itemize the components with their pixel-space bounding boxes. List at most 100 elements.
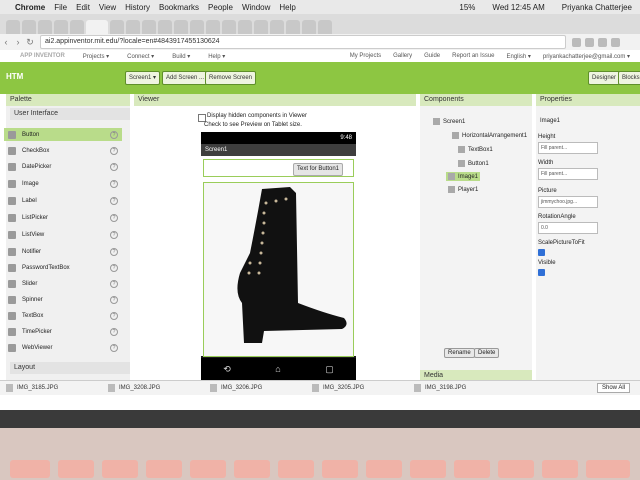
tab[interactable] <box>286 20 300 34</box>
url-field[interactable]: ai2.appinventor.mit.edu/?locale=en#48439… <box>40 35 566 49</box>
menu-help[interactable]: Help <box>279 3 295 12</box>
tab[interactable] <box>54 20 68 34</box>
menu-window[interactable]: Window <box>242 3 270 12</box>
gallery-link[interactable]: Gallery <box>393 53 412 60</box>
tab[interactable] <box>302 20 316 34</box>
palette-item-notifier[interactable]: Notifier? <box>4 245 122 258</box>
extension-icon[interactable] <box>585 37 594 47</box>
component-image1[interactable]: Image1 <box>446 172 481 181</box>
palette-item-label-comp[interactable]: Label? <box>4 194 122 207</box>
help-icon[interactable]: ? <box>110 230 118 239</box>
palette-item-listview[interactable]: ListView? <box>4 228 122 241</box>
help-icon[interactable]: ? <box>110 130 118 139</box>
tab[interactable] <box>142 20 156 34</box>
menu-people[interactable]: People <box>208 3 233 12</box>
tab[interactable] <box>270 20 284 34</box>
menu-view[interactable]: View <box>99 3 116 12</box>
screen-select[interactable]: Screen1 ▾ <box>125 71 161 85</box>
tab[interactable] <box>38 20 52 34</box>
component-player1[interactable]: Player1 <box>448 186 478 193</box>
extension-icon[interactable] <box>572 37 581 47</box>
guide-link[interactable]: Guide <box>424 53 440 60</box>
rotation-field[interactable]: 0.0 <box>538 222 598 234</box>
reload-icon[interactable]: ↻ <box>24 37 36 48</box>
tab[interactable] <box>6 20 20 34</box>
help-icon[interactable]: ? <box>110 179 118 188</box>
tab[interactable] <box>318 20 332 34</box>
delete-button[interactable]: Delete <box>474 348 500 358</box>
palette-item-spinner[interactable]: Spinner? <box>4 293 122 306</box>
tab[interactable] <box>126 20 140 34</box>
account-menu[interactable]: priyankachatterjee@gmail.com ▾ <box>543 53 630 60</box>
hidden-components-checkbox[interactable] <box>198 114 206 122</box>
download-item[interactable]: IMG_3185.JPG <box>6 384 102 392</box>
palette-item-image[interactable]: Image? <box>4 177 122 190</box>
scale-checkbox[interactable] <box>538 249 545 256</box>
download-item[interactable]: IMG_3205.JPG <box>312 384 408 392</box>
menu-projects[interactable]: Projects ▾ <box>83 53 109 60</box>
palette-item-webviewer[interactable]: WebViewer? <box>4 341 122 354</box>
palette-item-slider[interactable]: Slider? <box>4 277 122 290</box>
app-name[interactable]: Chrome <box>15 3 45 12</box>
menu-bookmarks[interactable]: Bookmarks <box>159 3 199 12</box>
download-item[interactable]: IMG_3208.JPG <box>108 384 204 392</box>
help-icon[interactable]: ? <box>110 247 118 256</box>
phone-button1[interactable]: Text for Button1 <box>293 163 344 176</box>
width-field[interactable]: Fill parent... <box>538 168 598 180</box>
tab[interactable] <box>158 20 172 34</box>
help-icon[interactable]: ? <box>110 311 118 320</box>
show-all-button[interactable]: Show All <box>596 383 630 393</box>
menu-build[interactable]: Build ▾ <box>172 53 190 60</box>
palette-section-layout[interactable]: Layout <box>10 362 130 374</box>
menu-file[interactable]: File <box>54 3 67 12</box>
tab-active[interactable] <box>86 20 108 34</box>
help-icon[interactable]: ? <box>110 327 118 336</box>
tab[interactable] <box>174 20 188 34</box>
remove-screen-button[interactable]: Remove Screen <box>205 71 257 85</box>
designer-button[interactable]: Designer <box>588 71 621 85</box>
download-item[interactable]: IMG_3206.JPG <box>210 384 306 392</box>
extension-icon[interactable] <box>598 37 607 47</box>
menu-help-ai[interactable]: Help ▾ <box>208 53 225 60</box>
help-icon[interactable]: ? <box>110 213 118 222</box>
help-icon[interactable]: ? <box>110 263 118 272</box>
help-icon[interactable]: ? <box>110 295 118 304</box>
menu-icon[interactable] <box>611 37 620 47</box>
language-select[interactable]: English ▾ <box>507 53 531 60</box>
tab[interactable] <box>206 20 220 34</box>
palette-item-textbox[interactable]: TextBox? <box>4 309 122 322</box>
help-icon[interactable]: ? <box>110 162 118 171</box>
menu-edit[interactable]: Edit <box>76 3 90 12</box>
my-projects-link[interactable]: My Projects <box>350 53 381 60</box>
tab[interactable] <box>70 20 84 34</box>
menu-connect[interactable]: Connect ▾ <box>127 53 154 60</box>
help-icon[interactable]: ? <box>110 279 118 288</box>
download-item[interactable]: IMG_3198.JPG <box>414 384 510 392</box>
palette-item-listpicker[interactable]: ListPicker? <box>4 211 122 224</box>
blocks-button[interactable]: Blocks <box>618 71 640 85</box>
tab[interactable] <box>222 20 236 34</box>
palette-item-timepicker[interactable]: TimePicker? <box>4 325 122 338</box>
palette-item-passwordtextbox[interactable]: PasswordTextBox? <box>4 261 122 274</box>
component-screen1[interactable]: Screen1 <box>433 118 465 125</box>
palette-item-datepicker[interactable]: DatePicker? <box>4 160 122 173</box>
tab[interactable] <box>238 20 252 34</box>
help-icon[interactable]: ? <box>110 196 118 205</box>
clock[interactable]: Wed 12:45 AM <box>492 3 544 12</box>
tab[interactable] <box>22 20 36 34</box>
help-icon[interactable]: ? <box>110 343 118 352</box>
height-field[interactable]: Fill parent... <box>538 142 598 154</box>
tab[interactable] <box>254 20 268 34</box>
forward-icon[interactable]: › <box>12 37 24 47</box>
palette-section[interactable]: User Interface <box>10 108 130 120</box>
add-screen-button[interactable]: Add Screen ... <box>162 71 209 85</box>
app-inventor-logo[interactable]: APP INVENTOR <box>20 53 65 59</box>
visible-checkbox[interactable] <box>538 269 545 276</box>
help-icon[interactable]: ? <box>110 146 118 155</box>
tab[interactable] <box>110 20 124 34</box>
image1-preview[interactable] <box>203 182 354 357</box>
component-horizontalarrangement1[interactable]: HorizontalArrangement1 <box>452 132 527 139</box>
tab[interactable] <box>190 20 204 34</box>
palette-item-checkbox[interactable]: CheckBox? <box>4 144 122 157</box>
user-name[interactable]: Priyanka Chatterjee <box>562 3 632 12</box>
